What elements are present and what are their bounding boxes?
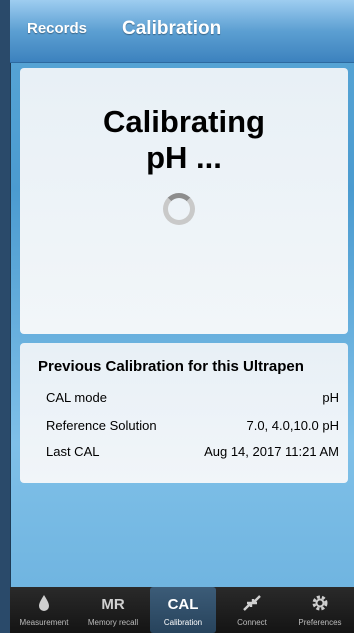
page-title: Calibration xyxy=(122,18,222,39)
last-cal-label: Last CAL xyxy=(46,444,100,459)
tab-measurement-label: Measurement xyxy=(19,618,69,627)
tab-memory-recall[interactable]: MR Memory recall xyxy=(78,587,148,633)
tab-connect[interactable]: Connect xyxy=(218,587,286,633)
navigation-bar: Records Calibration xyxy=(10,0,354,63)
tab-memory-recall-label: Memory recall xyxy=(87,618,139,627)
calibrating-target-label: pH ... xyxy=(146,140,222,175)
records-back-button[interactable]: Records xyxy=(27,20,87,37)
drop-icon xyxy=(10,594,78,616)
previous-calibration-title: Previous Calibration for this Ultrapen xyxy=(38,358,304,375)
calibrating-label: Calibrating xyxy=(103,104,265,139)
connect-arrows-icon xyxy=(218,594,286,616)
tab-preferences-label: Preferences xyxy=(298,618,342,627)
tab-preferences[interactable]: Preferences xyxy=(286,587,354,633)
tab-connect-label: Connect xyxy=(237,618,267,627)
loading-spinner-icon xyxy=(163,193,195,225)
reference-solution-value: 7.0, 4.0,10.0 pH xyxy=(246,418,339,433)
tab-calibration[interactable]: CAL Calibration xyxy=(150,587,216,633)
cal-mode-label: CAL mode xyxy=(46,390,107,405)
mr-glyph: MR xyxy=(101,596,125,613)
cal-glyph: CAL xyxy=(167,596,199,613)
gear-icon xyxy=(286,594,354,616)
tab-bar: Measurement MR Memory recall CAL Calibra… xyxy=(10,587,354,633)
cal-mode-value: pH xyxy=(322,390,339,405)
tab-calibration-label: Calibration xyxy=(163,618,203,627)
reference-solution-label: Reference Solution xyxy=(46,418,157,433)
last-cal-value: Aug 14, 2017 11:21 AM xyxy=(204,444,339,459)
tab-measurement[interactable]: Measurement xyxy=(10,587,78,633)
